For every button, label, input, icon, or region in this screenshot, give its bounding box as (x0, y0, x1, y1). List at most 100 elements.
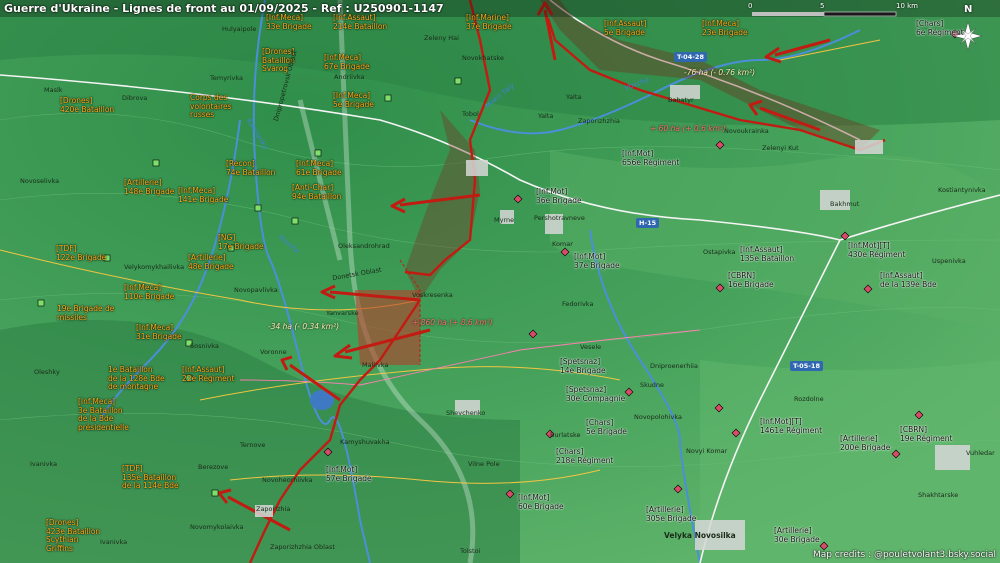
ua-unit-label: [Drones] 420e Bataillon (60, 96, 115, 114)
place-label: Skudne (640, 381, 665, 389)
ua-unit-label: [Inf.Meca] 33e Brigade (266, 13, 312, 31)
place-label: Temyrivka (210, 74, 244, 82)
place-label: Tobol (462, 110, 479, 118)
place-label: Zelenyi Kut (762, 144, 799, 152)
place-label: Ivanivka (30, 460, 58, 468)
place-label: Kamyshuvakha (340, 438, 390, 446)
place-label: Berezove (198, 463, 229, 471)
ru-unit-label: [Artillerie] 305e Brigade (646, 505, 697, 523)
place-label: Voskresenka (412, 291, 453, 299)
scale-label-zero: 0 (748, 2, 753, 10)
area-change-label: -34 ha (- 0.34 km²) (268, 322, 340, 331)
ua-unit-label: [Inf.Assaut] 214e Bataillon (333, 13, 388, 31)
place-label: Burlatske (550, 431, 581, 439)
ua-unit-label: [TDF] 122e Brigade (56, 244, 107, 262)
ua-unit-label: [Inf.Assaut] 22e Régiment (182, 365, 235, 383)
ua-unit-label: [Inf.Meca] 23e Brigade (702, 19, 748, 37)
ru-unit-label: [Chars] 5e Brigade (586, 418, 627, 436)
place-label: Kostiantynivka (938, 186, 986, 194)
ru-unit-label: [Chars] 6e Régiment (916, 19, 964, 37)
ru-unit-label: [CBRN] 16e Brigade (728, 271, 774, 289)
ua-unit-label: [Artillerie] 48e Brigade (188, 253, 234, 271)
ru-unit-label: [Inf.Mot] 36e Brigade (536, 187, 582, 205)
ua-unit-label: 19e Brigade de missiles (57, 304, 115, 322)
ua-unit-label: [Recon] 74e Bataillon (226, 159, 276, 177)
place-label: Hulyaipole (222, 25, 257, 33)
place-label: Yanvarske (326, 309, 359, 317)
ru-unit-label: [Inf.Mot] 60e Brigade (518, 493, 564, 511)
place-label: Ternove (240, 441, 266, 449)
place-label: Shakhtarske (918, 491, 959, 499)
place-label: Ivanivka (100, 538, 128, 546)
place-label: Tolstoi (460, 547, 481, 555)
ua-unit-label: [Inf.Meca] 3e Bataillon de la Bde présid… (78, 397, 129, 432)
ua-unit-label: Corps des volontaires russes (190, 93, 232, 119)
place-label: Novoselivka (20, 177, 60, 185)
place-label: Vuhledar (966, 449, 995, 457)
ru-unit-label: [Spetsnaz] 30e Compagnie (566, 385, 626, 403)
ru-unit-label: [CBRN] 19e Régiment (900, 425, 953, 443)
place-label: Yalta (566, 93, 582, 101)
place-label: Vilne Pole (468, 460, 500, 468)
place-label: Komar (552, 240, 573, 248)
ua-unit-label: [Inf.Meca] 5e Brigade (333, 91, 374, 109)
place-label: Novopavlivka (234, 286, 278, 294)
ua-unit-label: [Inf.Meca] 110e Brigade (124, 283, 175, 301)
ua-unit-label: 1e Bataillon de la 128e Bde de montagne (108, 365, 165, 391)
place-label: Maslk (44, 86, 63, 94)
ru-unit-label: [Inf.Mot] 656e Régiment (622, 149, 680, 167)
road-badge: T-04-28 (674, 52, 707, 62)
road-badge: T-05-18 (790, 361, 823, 371)
place-label: Uspenivka (932, 257, 966, 265)
scale-label-mid: 5 (820, 2, 825, 10)
ru-unit-label: [Inf.Mot][T] 430e Régiment (848, 241, 906, 259)
place-label: Novomykolaivka (190, 523, 244, 531)
place-label: Vesele (580, 343, 602, 351)
place-label: Zaporizhzhia Oblast (270, 543, 335, 551)
place-label: Rozdolne (794, 395, 824, 403)
place-label: Voronne (260, 348, 287, 356)
ua-unit-label: [Inf.Marine] 37e Brigade (466, 13, 512, 31)
place-label: Andriivka (334, 73, 365, 81)
ru-unit-label: [Artillerie] 30e Brigade (774, 526, 820, 544)
place-label: Novyi Komar (686, 447, 728, 455)
ru-unit-label: [Spetsnaz] 14e Brigade (560, 357, 606, 375)
place-label: Zaporizhzhia (578, 117, 620, 125)
place-label: Novokhatske (462, 54, 504, 62)
place-label: Zeleny Hai (424, 34, 459, 42)
ua-unit-label: [TDF] 135e Bataillon de la 114e Bde (122, 464, 179, 490)
ru-unit-label: [Inf.Mot][T] 1461e Régiment (760, 417, 823, 435)
ru-unit-label: [Chars] 218e Régiment (556, 447, 614, 465)
compass-north-label: N (964, 4, 973, 15)
map-credits: Map credits : @poulet­volant3.bsky.socia… (812, 550, 996, 560)
area-change-label: + 860 ha (+ 8.6 km²) (412, 318, 493, 327)
ua-unit-label: [Inf.Meca] 141e Brigade (178, 186, 229, 204)
place-label: Myrne (494, 216, 515, 224)
area-change-label: -76 ha (- 0.76 km²) (684, 68, 756, 77)
ua-unit-label: [Inf.Meca] 67e Brigade (324, 53, 370, 71)
place-label: Velyka Novosilka (664, 531, 736, 540)
ua-unit-label: [Drones] 423e Bataillon Scythian Griffin… (46, 518, 101, 553)
ru-unit-label: [Inf.Assaut] de la 139e Bde (880, 271, 937, 289)
place-label: Ostapivka (703, 248, 736, 256)
ru-unit-label: [Inf.Mot] 57e Brigade (326, 465, 372, 483)
ua-unit-label: [Inf.Assaut] 5e Brigade (604, 19, 647, 37)
place-label: Pershotravneve (534, 214, 585, 222)
place-label: Shevchenko (446, 409, 486, 417)
ru-unit-label: [Inf.Mot] 37e Brigade (574, 252, 620, 270)
ua-unit-label: [NG] 17e Brigade (218, 233, 264, 251)
place-label: Velykomykhailivka (124, 263, 185, 271)
ua-unit-label: [Inf.Meca] 31e Brigade (136, 323, 182, 341)
place-label: Fedorivka (562, 300, 594, 308)
place-label: Maliivka (362, 361, 389, 369)
place-label: Oleksandrohrad (338, 242, 390, 250)
place-label: Dniproenerhiia (650, 362, 698, 370)
place-label: Novopolohivka (634, 413, 682, 421)
road-badge: H-15 (636, 218, 660, 228)
place-label: Novoukrainka (724, 127, 769, 135)
ua-unit-label: [Inf.Meca] 61e Brigade (296, 159, 342, 177)
place-label: Oleshky (34, 368, 60, 376)
place-label: Bakhmut (830, 200, 860, 208)
place-label: Sosnivka (190, 342, 219, 350)
scale-label-end: 10 km (896, 2, 919, 10)
